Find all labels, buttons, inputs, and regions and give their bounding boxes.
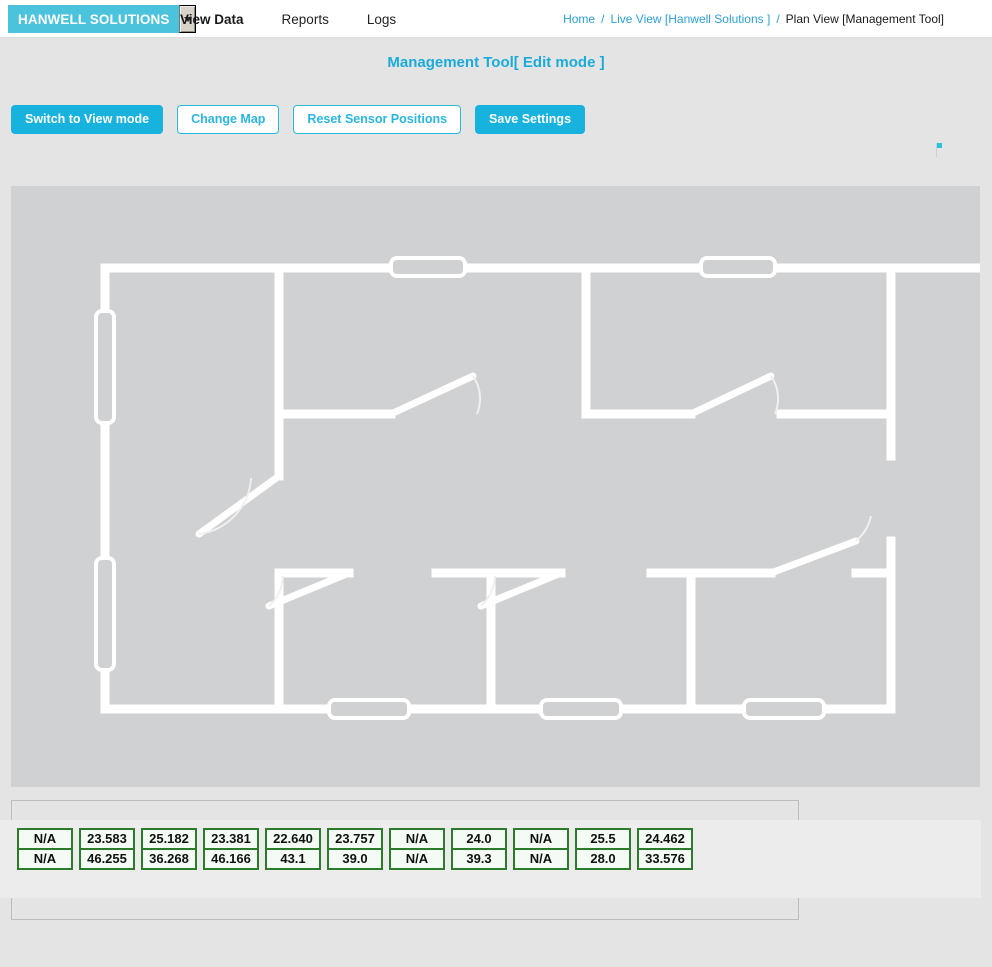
brand-logo[interactable]: HANWELL SOLUTIONS [8,5,180,33]
breadcrumb-home[interactable]: Home [563,12,595,26]
door-arc [770,375,780,415]
breadcrumb-live-view[interactable]: Live View [Hanwell Solutions ] [610,12,770,26]
nav-links: View Data Reports Logs [180,0,434,38]
sensor-humidity-value: 36.268 [149,851,189,866]
sensor-temperature-value: 23.583 [81,830,133,850]
sensor-box[interactable]: 22.640 43.1 [265,828,321,870]
nav-item-logs[interactable]: Logs [367,12,396,27]
sensor-humidity-value: 28.0 [590,851,616,866]
window [94,309,116,425]
breadcrumb-current: Plan View [Management Tool] [785,12,944,26]
reset-sensor-positions-button[interactable]: Reset Sensor Positions [293,105,462,134]
sensor-humidity-value: 46.166 [211,851,251,866]
window [742,698,826,720]
door-arc [855,515,872,542]
nav-item-reports[interactable]: Reports [282,12,329,27]
sensor-pin-icon[interactable] [933,143,945,157]
change-map-button[interactable]: Change Map [177,105,280,134]
pin-head [937,143,942,148]
sensor-temperature-value: N/A [391,830,443,850]
floor-plan-svg [94,256,980,720]
window [389,256,467,278]
door-arc [472,375,482,415]
sensor-readings-list: N/A N/A 23.583 46.255 25.182 36.268 23.381 46.1… [17,828,699,870]
sensor-humidity-value: 33.576 [645,851,685,866]
top-navbar: HANWELL SOLUTIONS View Data Reports Logs… [0,0,992,38]
sensor-humidity-value: N/A [405,851,429,866]
sensor-temperature-value: 22.640 [267,830,319,850]
sensor-box[interactable]: 25.5 28.0 [575,828,631,870]
sensor-humidity-value: N/A [529,851,553,866]
sensor-temperature-value: 24.0 [453,830,505,850]
window-group [94,256,826,720]
sensor-humidity-value: 46.255 [87,851,127,866]
door-leaf [687,372,775,418]
sensor-box[interactable]: N/A N/A [389,828,445,870]
switch-to-view-mode-button[interactable]: Switch to View mode [11,105,164,134]
sensor-box[interactable]: 24.462 33.576 [637,828,693,870]
door-leaf [195,472,283,538]
window [327,698,411,720]
sensor-temperature-value: 23.381 [205,830,257,850]
breadcrumb-separator: / [776,12,780,26]
sensor-box[interactable]: 23.757 39.0 [327,828,383,870]
window [539,698,623,720]
sensor-humidity-value: 43.1 [280,851,306,866]
brand-group: HANWELL SOLUTIONS [8,5,197,33]
sensor-box[interactable]: 25.182 36.268 [141,828,197,870]
sensor-box[interactable]: 24.0 39.3 [451,828,507,870]
sensor-temperature-value: 23.757 [329,830,381,850]
door-leaf [387,372,477,418]
sensor-temperature-value: 24.462 [639,830,691,850]
sensor-temperature-value: 25.5 [577,830,629,850]
sensor-box[interactable]: N/A N/A [513,828,569,870]
nav-item-view-data[interactable]: View Data [180,12,244,27]
sensor-humidity-value: 39.0 [342,851,368,866]
sensor-temperature-value: N/A [515,830,567,850]
sensor-box[interactable]: N/A N/A [17,828,73,870]
window [94,556,116,672]
breadcrumb: Home / Live View [Hanwell Solutions ] / … [563,0,944,38]
sensor-box[interactable]: 23.381 46.166 [203,828,259,870]
page-title: Management Tool[ Edit mode ] [387,54,605,71]
breadcrumb-separator: / [601,12,605,26]
toolbar: Switch to View mode Change Map Reset Sen… [11,105,586,134]
sensor-temperature-value: N/A [19,830,71,850]
sensor-humidity-value: 39.3 [466,851,492,866]
sensor-humidity-value: N/A [33,851,57,866]
sensor-box[interactable]: 23.583 46.255 [79,828,135,870]
save-settings-button[interactable]: Save Settings [475,105,586,134]
floor-plan-map[interactable] [11,186,980,787]
window [699,256,777,278]
sensor-temperature-value: 25.182 [143,830,195,850]
door-leaf [767,537,860,577]
